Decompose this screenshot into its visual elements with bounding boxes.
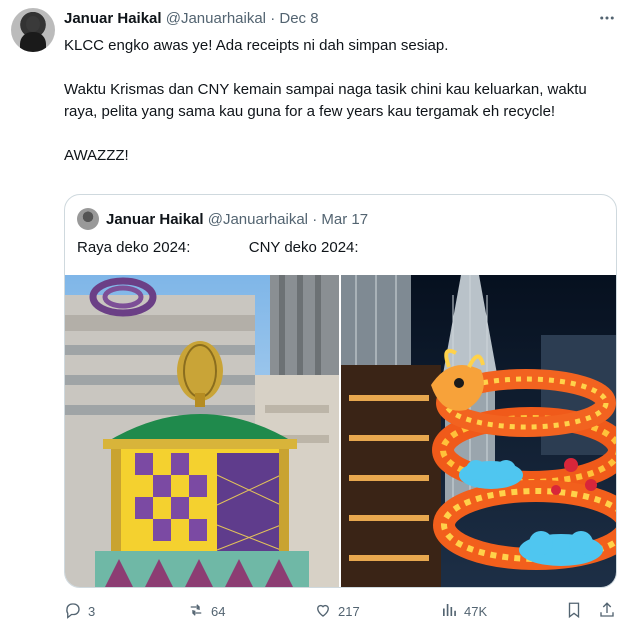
like-button[interactable]: 217 (314, 600, 360, 622)
author-name[interactable]: Januar Haikal (64, 10, 162, 27)
tweet-paragraph: AWAZZZ! (64, 147, 129, 164)
quote-date: Mar 17 (321, 211, 369, 228)
views-icon (440, 601, 458, 622)
heart-icon (314, 601, 332, 622)
bookmark-button[interactable] (565, 600, 583, 622)
header-separator: · (270, 10, 276, 27)
quoted-tweet[interactable]: Januar Haikal @Januarhaikal · Mar 17 Ray… (64, 194, 617, 588)
share-button[interactable] (598, 600, 616, 622)
quote-author-handle: @Januarhaikal (207, 211, 309, 228)
bookmark-icon (565, 601, 583, 622)
quote-media (65, 275, 616, 587)
repost-button[interactable]: 64 (187, 600, 225, 622)
avatar-body (20, 32, 46, 52)
reply-count: 3 (88, 603, 96, 619)
reply-button[interactable]: 3 (64, 600, 95, 622)
tweet-paragraph: Waktu Krismas dan CNY kemain sampai naga… (64, 81, 587, 120)
quote-author-name: Januar Haikal (106, 211, 204, 228)
avatar-head (26, 16, 40, 32)
share-icon (598, 601, 616, 622)
tweet-header: Januar Haikal @Januarhaikal · Dec 8 (64, 10, 319, 28)
repost-count: 64 (211, 603, 226, 619)
quote-text: Raya deko 2024: CNY deko 2024: (77, 239, 359, 256)
quote-separator: · (312, 211, 318, 228)
reply-icon (64, 601, 82, 622)
views-button[interactable]: 47K (440, 600, 487, 622)
author-handle[interactable]: @Januarhaikal (166, 10, 266, 27)
cny-decoration-image[interactable] (341, 275, 616, 587)
quote-header: Januar Haikal @Januarhaikal · Mar 17 (106, 211, 368, 229)
action-bar: 3 64 217 47K (0, 600, 627, 622)
tweet-paragraph: KLCC engko awas ye! Ada receipts ni dah … (64, 37, 449, 54)
tweet[interactable]: Januar Haikal @Januarhaikal · Dec 8 KLCC… (0, 0, 627, 632)
more-icon[interactable] (596, 7, 618, 29)
like-count: 217 (338, 603, 360, 619)
tweet-text: KLCC engko awas ye! Ada receipts ni dah … (64, 35, 609, 167)
avatar[interactable] (11, 8, 55, 52)
tweet-date[interactable]: Dec 8 (279, 10, 318, 27)
quote-avatar (77, 208, 99, 230)
raya-decoration-image[interactable] (65, 275, 339, 587)
repost-icon (187, 601, 205, 622)
views-count: 47K (464, 603, 488, 619)
